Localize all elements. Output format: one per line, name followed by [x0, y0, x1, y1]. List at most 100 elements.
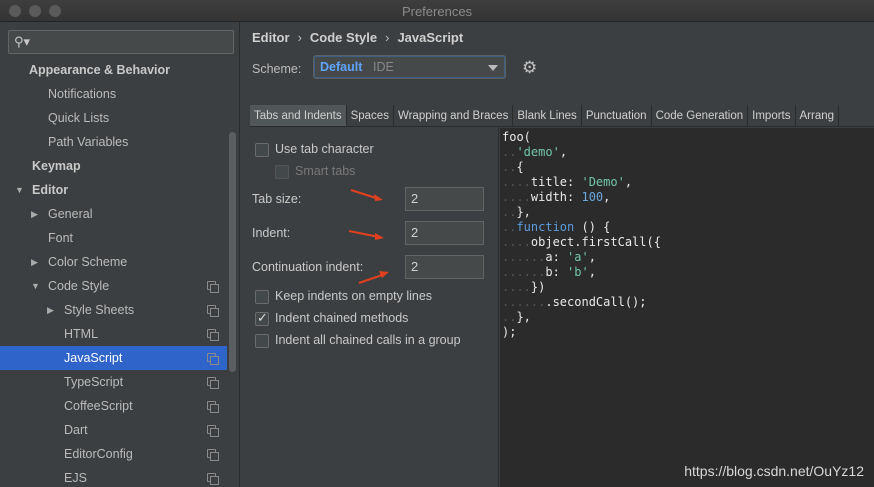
code-token: 'b' [567, 265, 589, 279]
code-line: ....title: 'Demo', [502, 175, 632, 190]
sidebar-item[interactable]: TypeScript [0, 370, 239, 394]
sidebar-item-label: CoffeeScript [64, 399, 133, 413]
code-token: .... [502, 280, 531, 294]
tab-wrapping-and-braces[interactable]: Wrapping and Braces [394, 105, 514, 126]
indent-field[interactable]: 2 [405, 221, 484, 245]
code-token: .secondCall(); [545, 295, 647, 309]
smart-tabs-checkbox[interactable] [275, 165, 289, 179]
code-token: 'a' [567, 250, 589, 264]
tab-code-generation[interactable]: Code Generation [652, 105, 749, 126]
sidebar-item[interactable]: EditorConfig [0, 442, 239, 466]
search-icon: ⚲▾ [14, 34, 31, 49]
settings-tree: Appearance & Behavior Notifications Quick … [0, 58, 239, 487]
copy-settings-icon [207, 449, 219, 461]
code-line: .......secondCall(); [502, 295, 647, 310]
sidebar-item[interactable]: HTML [0, 322, 239, 346]
breadcrumb-item[interactable]: Editor [252, 30, 290, 45]
use-tab-character-checkbox[interactable] [255, 143, 269, 157]
code-token: .. [502, 220, 517, 234]
sidebar-item-label: Keymap [32, 159, 81, 173]
smart-tabs-label: Smart tabs [295, 164, 356, 178]
code-line: ..}, [502, 205, 531, 220]
sidebar-item[interactable]: Notifications [0, 82, 239, 106]
sidebar-item-label: Notifications [48, 87, 117, 101]
code-token: 'demo' [516, 145, 560, 159]
code-line: foo( [502, 130, 531, 145]
sidebar-item[interactable]: JavaScript [0, 346, 227, 370]
code-token: .... [502, 190, 531, 204]
code-token: 100 [581, 190, 604, 204]
sidebar-item[interactable]: CoffeeScript [0, 394, 239, 418]
sidebar-item[interactable]: Appearance & Behavior [0, 58, 239, 82]
annotation-arrowhead-continuation [379, 271, 389, 278]
title-bar: Preferences [0, 0, 874, 22]
copy-settings-icon [207, 305, 219, 317]
sidebar-item[interactable]: EJS [0, 466, 239, 487]
continuation-indent-label: Continuation indent: [252, 260, 364, 274]
tab-size-field[interactable]: 2 [405, 187, 484, 211]
copy-settings-icon [207, 377, 219, 389]
tab-imports[interactable]: Imports [748, 105, 796, 126]
breadcrumb-item[interactable]: JavaScript [397, 30, 463, 45]
tab-blank-lines[interactable]: Blank Lines [513, 105, 582, 126]
breadcrumb-separator: › [297, 30, 302, 45]
code-token: , [559, 145, 568, 159]
code-token: .. [502, 160, 517, 174]
indent-chained-checkbox[interactable] [255, 310, 269, 326]
tab-arrang[interactable]: Arrang [796, 105, 840, 126]
search-input[interactable]: ⚲▾ [8, 30, 234, 54]
tab-tabs-and-indents[interactable]: Tabs and Indents [250, 105, 347, 126]
code-preview[interactable]: https://blog.csdn.net/OuYz12 foo(..'demo… [500, 128, 874, 487]
gear-icon[interactable]: ⚙︎ [522, 58, 537, 78]
tab-spaces[interactable]: Spaces [347, 105, 394, 126]
code-token: , [624, 175, 633, 189]
sidebar-item-label: Quick Lists [48, 111, 110, 125]
sidebar-item[interactable]: ▶ General [0, 202, 239, 226]
scheme-dropdown[interactable]: Default IDE [313, 55, 506, 79]
sidebar-item[interactable]: ▼ Code Style [0, 274, 239, 298]
code-line: ......a: 'a', [502, 250, 596, 265]
sidebar-item[interactable]: Path Variables [0, 130, 239, 154]
code-line: ..function () { [502, 220, 610, 235]
code-token: () { [574, 220, 611, 234]
chevron-down-icon[interactable]: ▼ [15, 178, 24, 202]
code-token: { [516, 160, 524, 174]
breadcrumb-separator: › [385, 30, 390, 45]
chevron-right-icon[interactable]: ▶ [31, 202, 38, 226]
code-token: ...... [502, 295, 546, 309]
continuation-indent-field[interactable]: 2 [405, 255, 484, 279]
copy-settings-icon [207, 281, 219, 293]
code-token: .. [502, 205, 517, 219]
code-line: ..{ [502, 160, 524, 175]
code-token: }) [530, 280, 546, 294]
sidebar-item[interactable]: ▼ Editor [0, 178, 239, 202]
chevron-down-icon[interactable]: ▼ [31, 274, 40, 298]
sidebar-item-label: Appearance & Behavior [29, 63, 171, 77]
breadcrumb-item[interactable]: Code Style [310, 30, 377, 45]
code-token: .... [502, 235, 531, 249]
sidebar-item[interactable]: ▶ Color Scheme [0, 250, 239, 274]
sidebar-item[interactable]: Quick Lists [0, 106, 239, 130]
code-style-tabs: Tabs and Indents Spaces Wrapping and Brace… [250, 105, 874, 127]
indent-chained-label: Indent chained methods [275, 311, 409, 325]
code-token: object.firstCall({ [530, 235, 661, 249]
code-token: title: [530, 175, 582, 189]
chevron-right-icon[interactable]: ▶ [47, 298, 54, 322]
chevron-right-icon[interactable]: ▶ [31, 250, 38, 274]
code-token: .. [502, 145, 517, 159]
sidebar-item-label: TypeScript [64, 375, 124, 389]
sidebar-item-label: Path Variables [48, 135, 129, 149]
sidebar-item[interactable]: Dart [0, 418, 239, 442]
scheme-scope: IDE [373, 60, 394, 74]
keep-indents-checkbox[interactable] [255, 290, 269, 304]
sidebar-item[interactable]: Keymap [0, 154, 239, 178]
scheme-label: Scheme: [252, 62, 302, 76]
sidebar-item[interactable]: ▶ Style Sheets [0, 298, 239, 322]
tab-punctuation[interactable]: Punctuation [582, 105, 652, 126]
sidebar-item[interactable]: Font [0, 226, 239, 250]
annotation-arrowhead-tab-size [374, 194, 383, 201]
tab-size-label: Tab size: [252, 192, 302, 206]
sidebar-scrollbar[interactable] [229, 132, 236, 372]
copy-settings-icon [207, 473, 219, 485]
indent-all-chained-checkbox[interactable] [255, 334, 269, 348]
